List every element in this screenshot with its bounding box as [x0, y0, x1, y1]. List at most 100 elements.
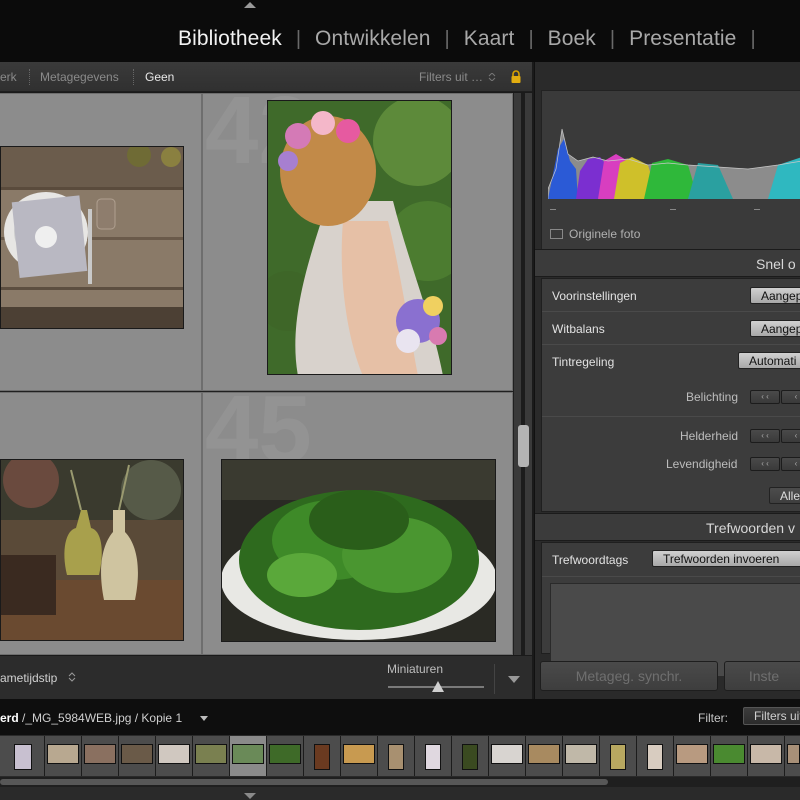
module-separator: |	[295, 27, 302, 50]
filmstrip-cell[interactable]	[452, 736, 489, 776]
filmstrip-cell[interactable]	[489, 736, 526, 776]
photo-thumbnail[interactable]	[0, 146, 184, 329]
white-balance-dropdown[interactable]: Aangep	[750, 320, 800, 337]
module-map[interactable]: Kaart	[464, 27, 515, 51]
salad-image	[222, 460, 495, 641]
filter-none-tab[interactable]: Geen	[145, 70, 174, 84]
filmstrip-cell[interactable]	[711, 736, 748, 776]
filmstrip-cell[interactable]	[193, 736, 230, 776]
row-divider	[542, 311, 800, 312]
filter-text-tab[interactable]: erk	[0, 70, 17, 84]
filmstrip-scrollbar[interactable]	[0, 777, 800, 787]
keyword-tags-label: Trefwoordtags	[552, 553, 629, 567]
filmstrip-thumbnail	[195, 744, 227, 764]
panel-toggle-bottom-icon[interactable]	[244, 793, 256, 799]
grid-toolbar: ametijdstip Miniaturen	[0, 655, 532, 699]
white-balance-label: Witbalans	[552, 322, 605, 336]
bride-image	[268, 101, 451, 374]
module-develop[interactable]: Ontwikkelen	[315, 27, 430, 51]
panel-toggle-top-icon[interactable]	[244, 2, 256, 8]
filmstrip-cell[interactable]	[82, 736, 119, 776]
filmstrip-cell[interactable]	[119, 736, 156, 776]
quick-develop-header[interactable]: Snel o	[535, 249, 800, 277]
filmstrip-thumbnail	[565, 744, 597, 764]
filmstrip-cell[interactable]	[341, 736, 378, 776]
filmstrip-cell[interactable]	[600, 736, 637, 776]
grid-cell[interactable]: 45	[202, 392, 513, 655]
histogram-tick	[754, 209, 760, 210]
filmstrip-cell[interactable]	[563, 736, 600, 776]
filmstrip-source-path[interactable]: erd /_MG_5984WEB.jpg / Kopie 1	[0, 711, 182, 725]
keywording-header[interactable]: Trefwoorden v	[535, 513, 800, 541]
original-photo-checkbox[interactable]	[550, 229, 563, 239]
filmstrip-cell[interactable]	[378, 736, 415, 776]
tone-control-label: Tintregeling	[552, 355, 615, 369]
photo-thumbnail[interactable]	[267, 100, 452, 375]
sync-settings-button[interactable]: Inste	[724, 661, 800, 691]
table-setting-image	[1, 147, 183, 328]
module-library[interactable]: Bibliotheek	[178, 27, 282, 51]
thumbnail-size-slider[interactable]	[388, 681, 484, 693]
sync-metadata-button[interactable]: Metageg. synchr.	[540, 661, 718, 691]
filmstrip-thumbnail	[47, 744, 79, 764]
grid-scrollbar[interactable]	[514, 93, 532, 655]
preset-label: Voorinstellingen	[552, 289, 637, 303]
keywording-title: Trefwoorden v	[706, 520, 795, 536]
filmstrip-thumbnail	[314, 744, 330, 770]
filmstrip-cell[interactable]	[45, 736, 82, 776]
filter-metadata-tab[interactable]: Metagegevens	[40, 70, 119, 84]
filmstrip-cell[interactable]	[304, 736, 341, 776]
exposure-decrease-small[interactable]: ‹	[781, 390, 800, 404]
library-filter-bar: erk Metagegevens Geen Filters uit …	[0, 62, 532, 92]
sort-order-dropdown[interactable]: ametijdstip	[0, 671, 57, 685]
slider-knob[interactable]	[431, 681, 444, 692]
chevron-down-icon[interactable]	[200, 716, 208, 721]
filmstrip-cell[interactable]	[637, 736, 674, 776]
scrollbar-handle[interactable]	[518, 425, 529, 467]
module-slideshow[interactable]: Presentatie	[629, 27, 736, 51]
filmstrip-filter-dropdown[interactable]: Filters uit	[743, 707, 800, 725]
filmstrip-cell[interactable]	[8, 736, 45, 776]
grid-cell[interactable]	[0, 93, 202, 391]
filmstrip-cell[interactable]	[267, 736, 304, 776]
filmstrip-cell[interactable]	[748, 736, 785, 776]
module-book[interactable]: Boek	[548, 27, 596, 51]
original-photo-label: Originele foto	[569, 227, 641, 241]
clarity-decrease-small[interactable]: ‹	[781, 429, 800, 443]
scrollbar-handle[interactable]	[0, 779, 608, 785]
auto-tone-button[interactable]: Automati	[738, 352, 800, 369]
filter-presets-dropdown[interactable]: Filters uit …	[419, 70, 483, 84]
filmstrip-thumbnail	[462, 744, 478, 770]
sort-arrows-icon[interactable]	[68, 672, 76, 682]
histogram-tick	[550, 209, 556, 210]
filmstrip-header: erd /_MG_5984WEB.jpg / Kopie 1 Filter: F…	[0, 699, 800, 735]
module-separator: |	[444, 27, 450, 50]
filmstrip-thumbnail	[84, 744, 116, 764]
filmstrip-thumbnail	[158, 744, 190, 764]
filmstrip-cell[interactable]	[415, 736, 452, 776]
photo-thumbnail[interactable]	[221, 459, 496, 642]
exposure-decrease-large[interactable]: ‹ ‹	[750, 390, 780, 404]
filmstrip-cell[interactable]	[674, 736, 711, 776]
scrollbar-track	[521, 93, 525, 655]
exposure-label: Belichting	[686, 390, 739, 404]
vibrance-decrease-large[interactable]: ‹ ‹	[750, 457, 780, 471]
filmstrip-thumbnail	[121, 744, 153, 764]
filmstrip-cell[interactable]	[526, 736, 563, 776]
grid-cell[interactable]: 42	[202, 93, 513, 391]
keyword-tags-dropdown[interactable]: Trefwoorden invoeren	[652, 550, 800, 567]
filmstrip-cell[interactable]	[785, 736, 800, 776]
filmstrip-cell-selected[interactable]	[230, 736, 267, 776]
row-divider	[542, 416, 800, 417]
lock-icon[interactable]	[509, 70, 523, 84]
reset-all-button[interactable]: Alle	[769, 487, 800, 504]
filmstrip-thumbnail	[528, 744, 560, 764]
vibrance-decrease-small[interactable]: ‹	[781, 457, 800, 471]
photo-thumbnail[interactable]	[0, 459, 184, 641]
filmstrip-cell[interactable]	[156, 736, 193, 776]
preset-dropdown[interactable]: Aangep	[750, 287, 800, 304]
clarity-label: Helderheid	[680, 429, 739, 443]
toolbar-content-menu[interactable]	[494, 664, 530, 694]
grid-cell[interactable]	[0, 392, 202, 655]
clarity-decrease-large[interactable]: ‹ ‹	[750, 429, 780, 443]
